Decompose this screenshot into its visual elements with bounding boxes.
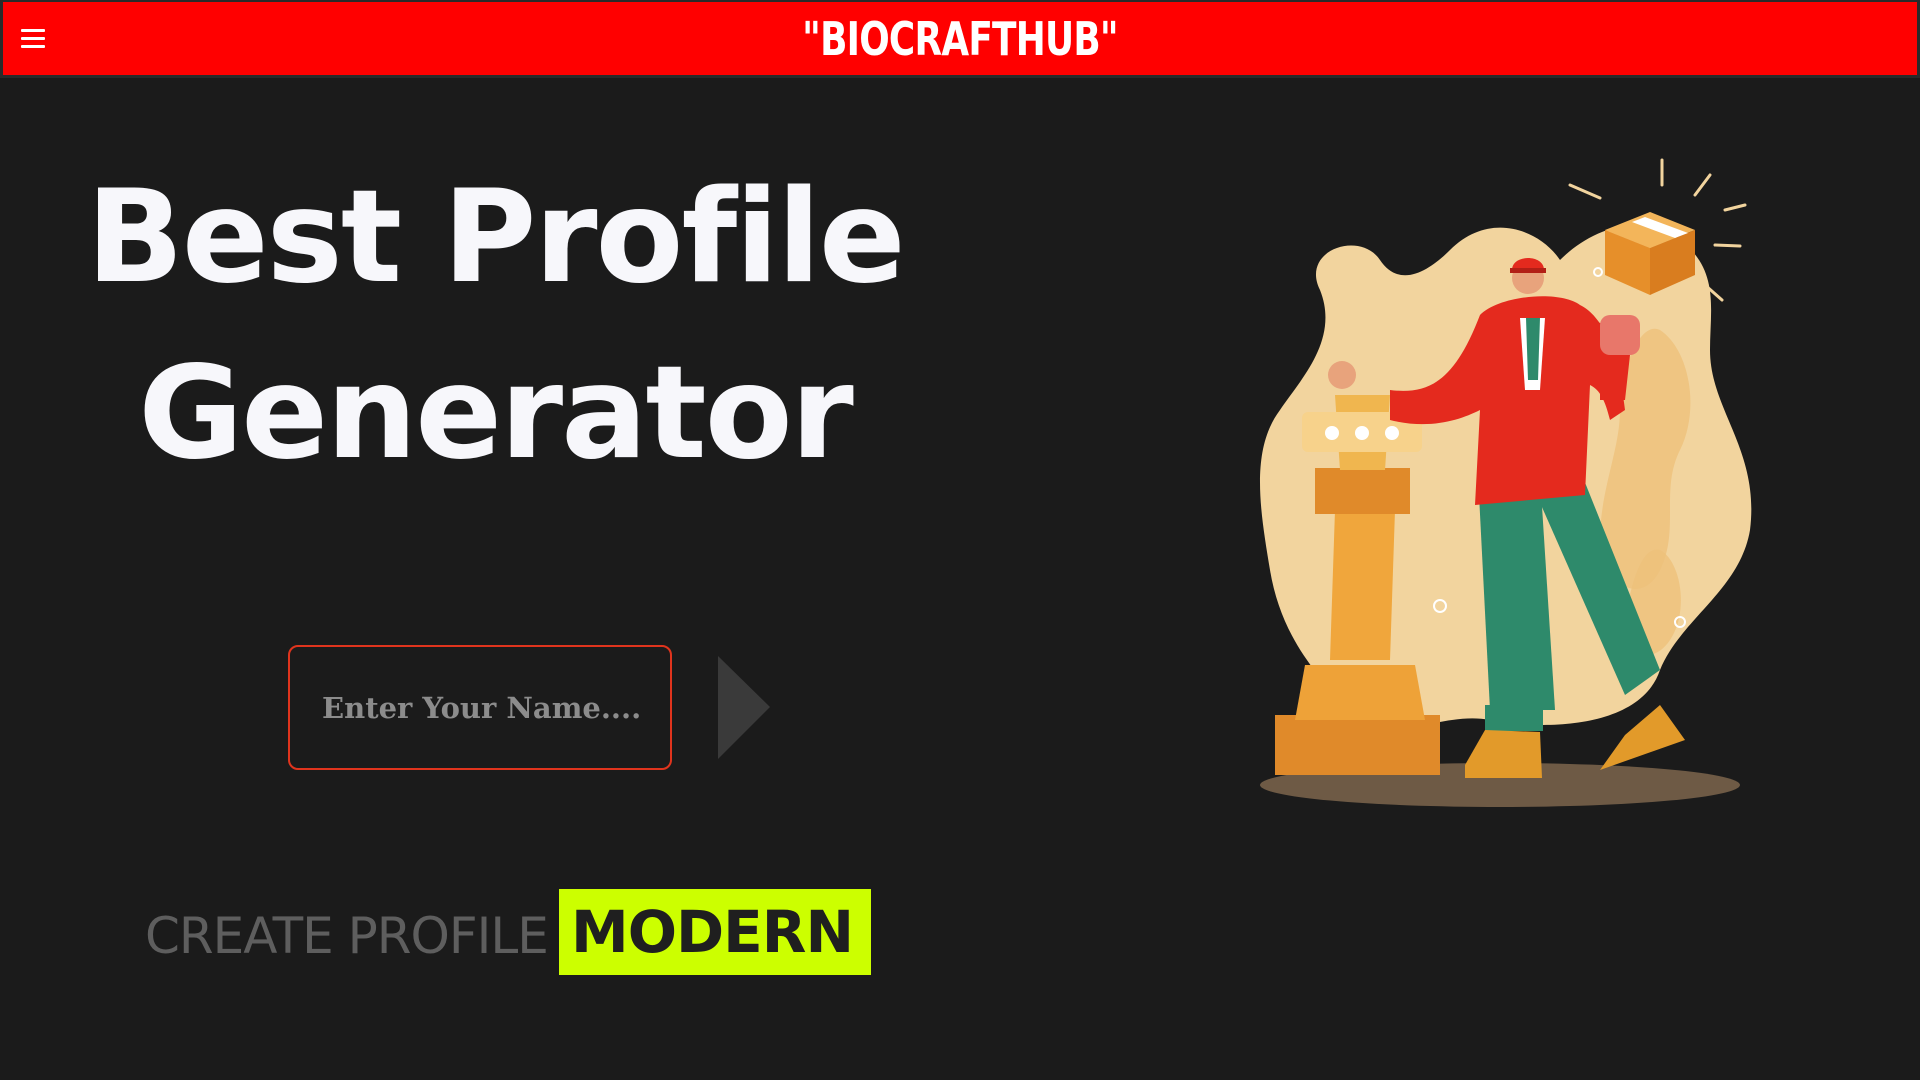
- modern-button[interactable]: MODERN: [559, 889, 871, 975]
- brand-title: "BIOCRAFTHUB": [802, 12, 1118, 66]
- create-profile-label: CREATE PROFILE: [145, 907, 549, 965]
- play-arrow-icon[interactable]: [718, 656, 770, 759]
- hamburger-menu-icon[interactable]: [21, 29, 45, 49]
- hero-title-line-1: Best Profile: [86, 163, 905, 312]
- name-input[interactable]: [288, 645, 672, 770]
- hero-title-line-2: Generator: [138, 339, 854, 488]
- businessman-chess-illustration: [1240, 150, 1810, 830]
- hero-title: Best Profile Generator: [80, 150, 910, 502]
- top-bar: "BIOCRAFTHUB": [0, 0, 1920, 78]
